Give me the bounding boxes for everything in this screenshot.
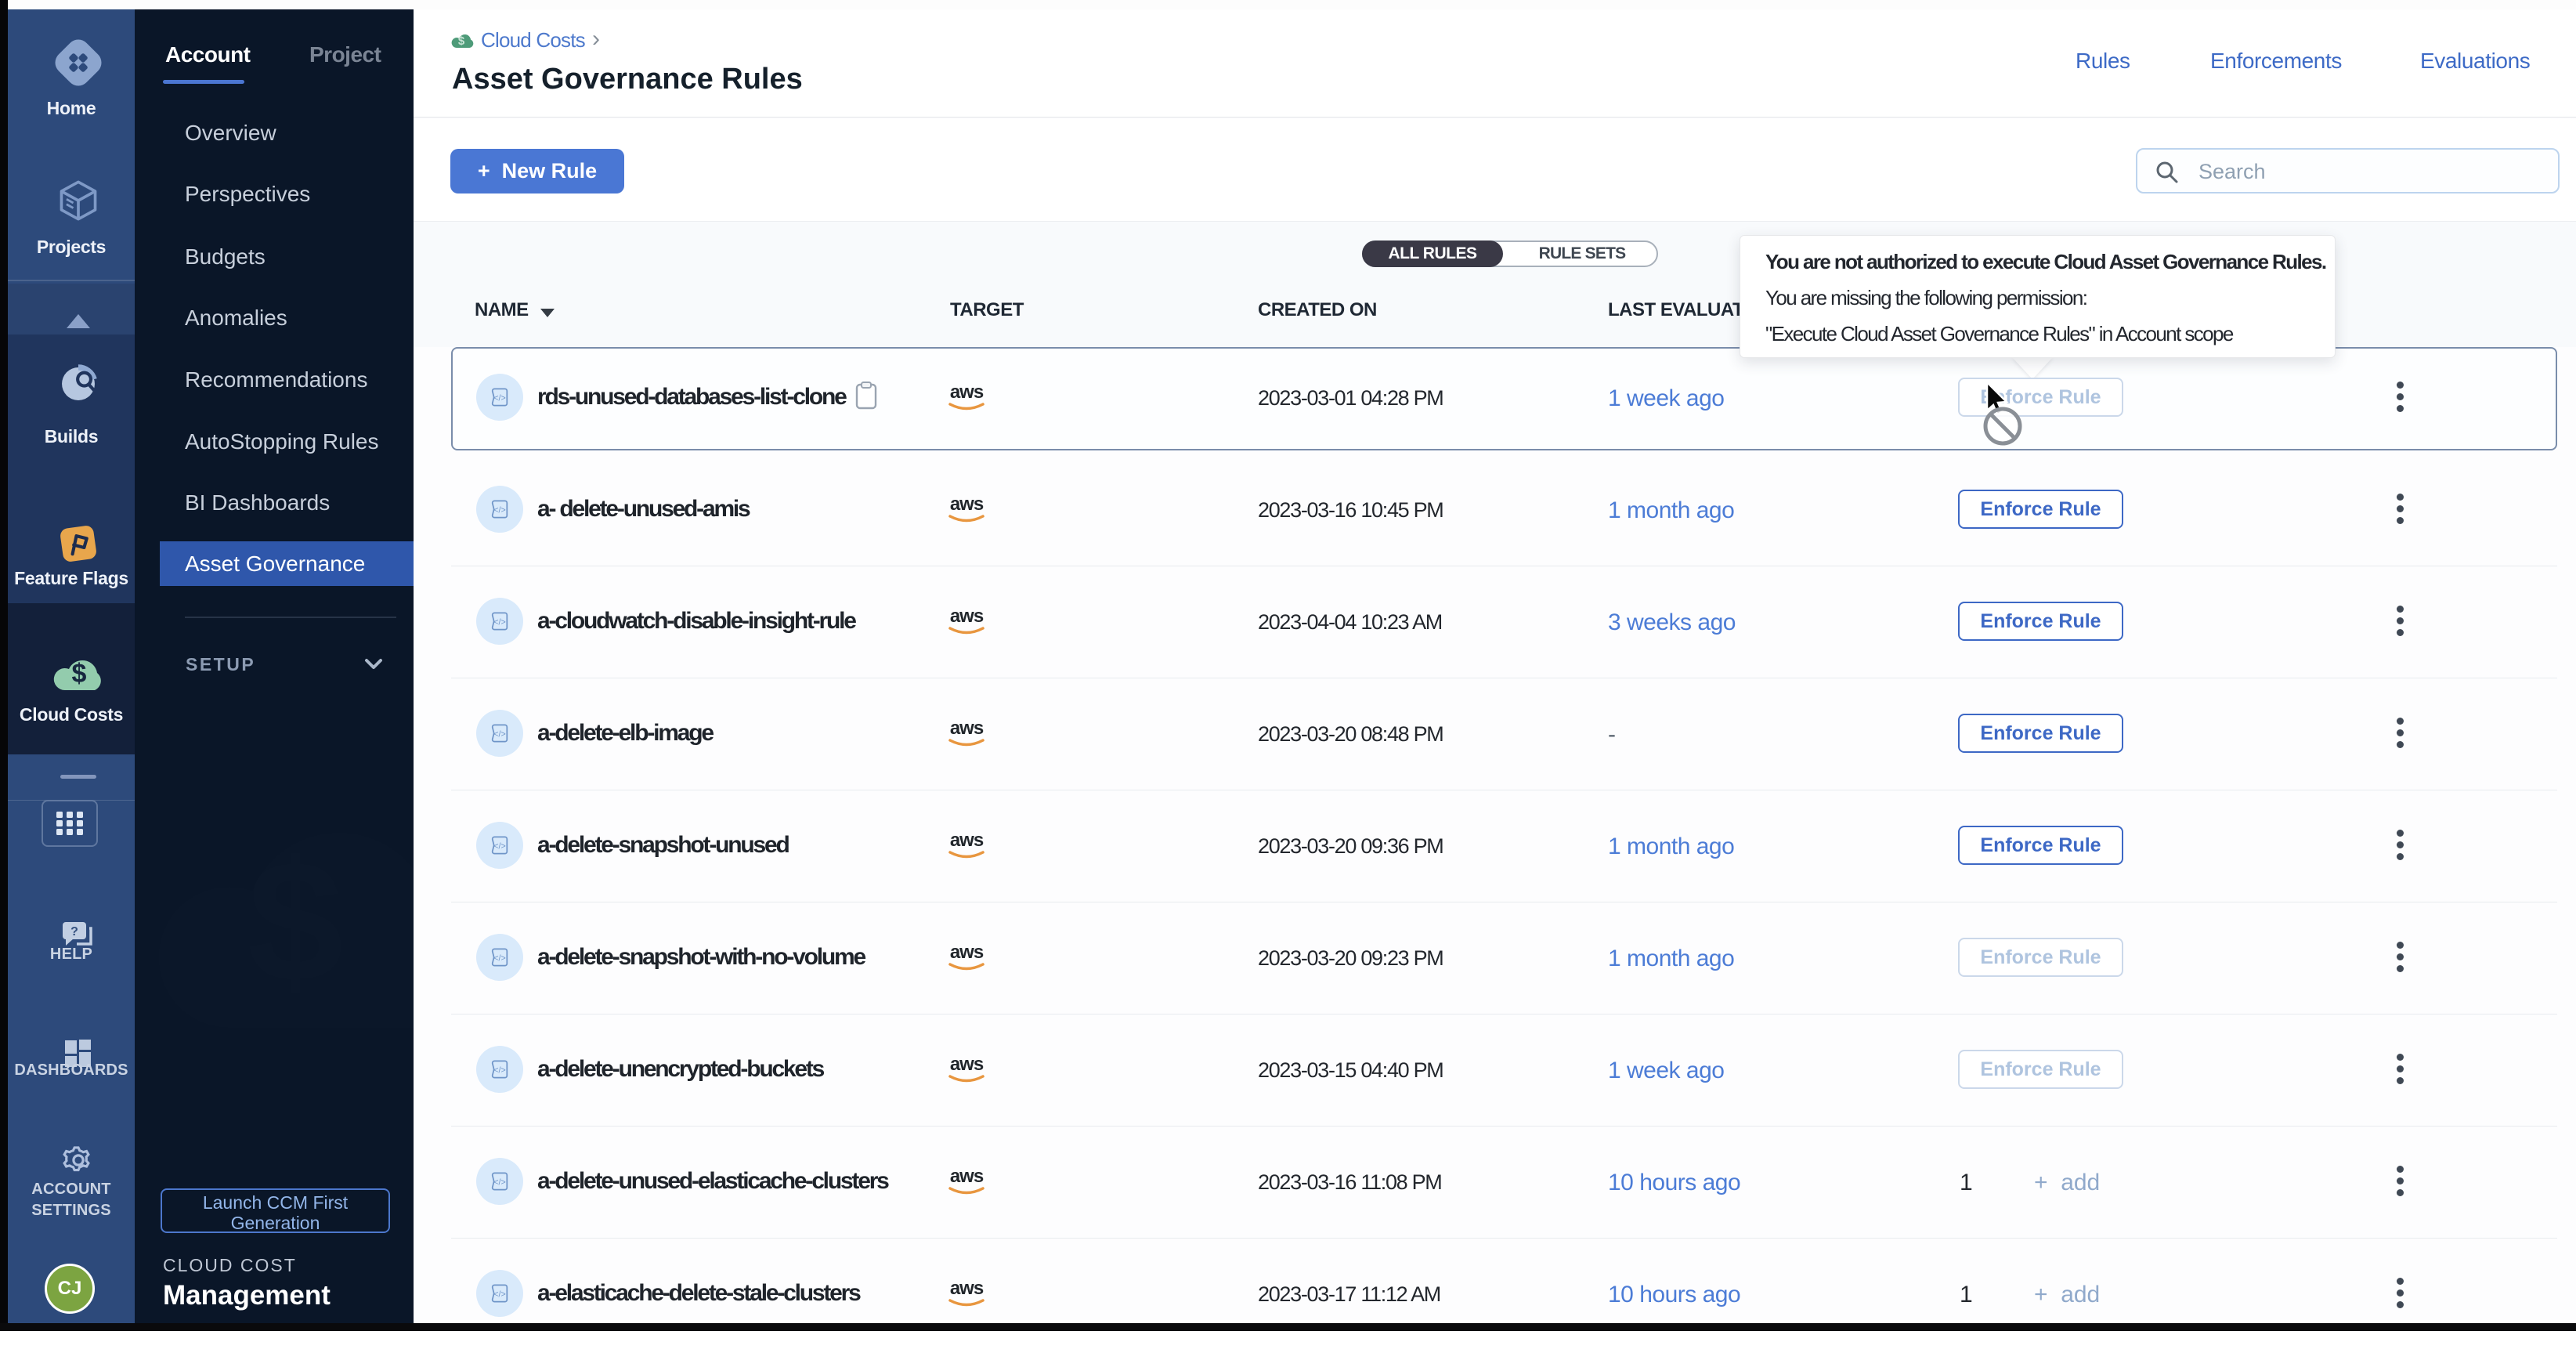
svg-text:$: $ (247, 825, 343, 1018)
svg-text:$: $ (72, 659, 87, 689)
svg-text:</>: </> (493, 1178, 505, 1188)
svg-text:aws: aws (950, 1278, 984, 1299)
svg-text:aws: aws (950, 606, 984, 627)
svg-text:</>: </> (493, 394, 505, 403)
svg-text:?: ? (70, 925, 78, 939)
svg-text:aws: aws (950, 942, 984, 963)
svg-text:aws: aws (950, 1054, 984, 1075)
svg-text:aws: aws (950, 830, 984, 851)
svg-text:</>: </> (493, 954, 505, 964)
svg-text:</>: </> (493, 506, 505, 515)
svg-text:aws: aws (950, 494, 984, 515)
svg-text:</>: </> (493, 1290, 505, 1300)
svg-text:aws: aws (950, 382, 984, 403)
svg-text:aws: aws (950, 718, 984, 739)
svg-text:</>: </> (493, 730, 505, 740)
svg-text:aws: aws (950, 1166, 984, 1187)
svg-text:</>: </> (493, 1066, 505, 1076)
svg-text:</>: </> (493, 618, 505, 627)
svg-text:$: $ (458, 34, 465, 48)
svg-text:</>: </> (493, 842, 505, 852)
